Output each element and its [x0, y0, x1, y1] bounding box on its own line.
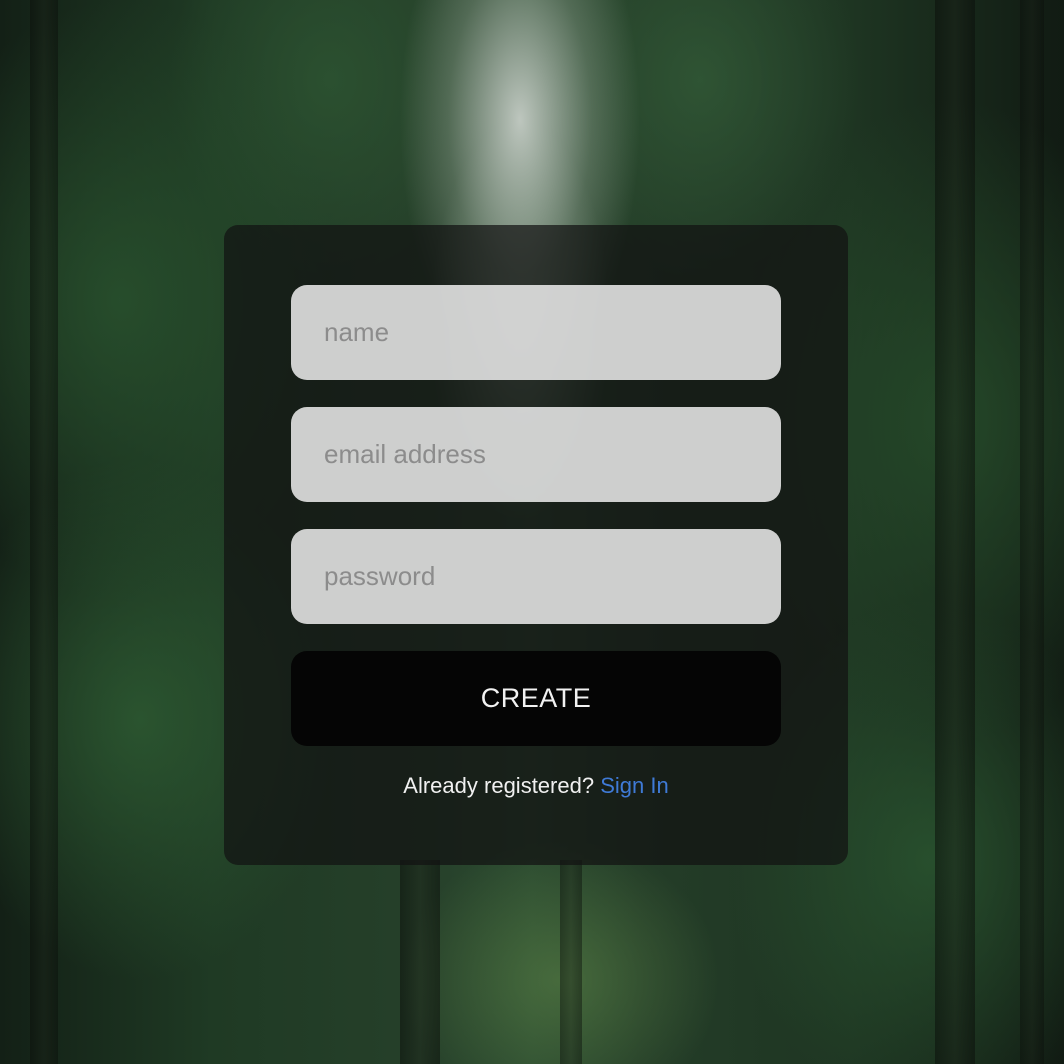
create-button[interactable]: CREATE: [291, 651, 781, 746]
tree-trunk: [560, 860, 582, 1064]
page: CREATE Already registered? Sign In: [0, 0, 1064, 1064]
already-registered-text: Already registered?: [403, 773, 595, 798]
tree-trunk: [400, 860, 440, 1064]
name-input[interactable]: [322, 316, 781, 349]
email-field[interactable]: [291, 407, 781, 502]
registration-card: CREATE Already registered? Sign In: [224, 225, 848, 865]
email-input[interactable]: [322, 438, 781, 471]
password-field[interactable]: [291, 529, 781, 624]
tree-trunk: [1020, 0, 1044, 1064]
signin-prompt: Already registered? Sign In: [224, 773, 848, 799]
tree-trunk: [30, 0, 58, 1064]
tree-trunk: [935, 0, 975, 1064]
name-field[interactable]: [291, 285, 781, 380]
password-input[interactable]: [322, 560, 781, 593]
sign-in-link[interactable]: Sign In: [600, 773, 669, 798]
